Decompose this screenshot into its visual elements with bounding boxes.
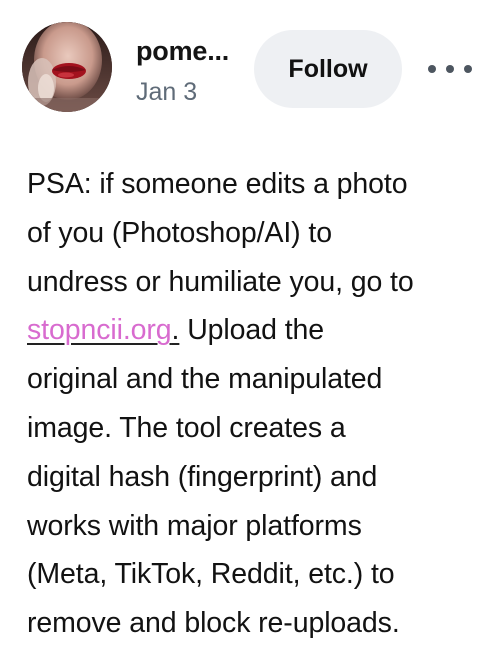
post-body-line: original and the manipulated (27, 363, 383, 396)
post-body-line: digital hash (fingerprint) and (27, 460, 378, 493)
post-body-line: image. The tool creates a (27, 411, 346, 444)
post-body-line: PSA: if someone edits a photo (27, 168, 408, 200)
more-horizontal-icon-dot (464, 65, 472, 73)
post-body-text: Upload the (179, 314, 325, 347)
post-body-line: undress or humiliate you, go to (27, 265, 414, 298)
more-horizontal-icon-dot (446, 65, 454, 73)
author-username[interactable]: pome... (136, 36, 229, 67)
post-body-line: works with major platforms (27, 509, 362, 542)
avatar[interactable] (22, 22, 112, 112)
post-body: PSA: if someone edits a photo of you (Ph… (27, 160, 489, 648)
avatar-lips-portrait-icon (22, 22, 112, 112)
more-horizontal-icon (428, 65, 436, 73)
post-body-line-with-link: stopncii.org. Upload the (27, 306, 489, 355)
stopncii-link[interactable]: stopncii.org (27, 314, 172, 346)
follow-button[interactable]: Follow (254, 30, 402, 108)
post-body-line: remove and block re-uploads. (27, 607, 400, 640)
post-body-line: (Meta, TikTok, Reddit, etc.) to (27, 558, 395, 591)
post-body-line: of you (Photoshop/AI) to (27, 216, 332, 249)
more-options-button[interactable] (428, 54, 472, 84)
post-header: pome... Jan 3 Follow (0, 0, 500, 130)
post-date[interactable]: Jan 3 (136, 78, 197, 107)
